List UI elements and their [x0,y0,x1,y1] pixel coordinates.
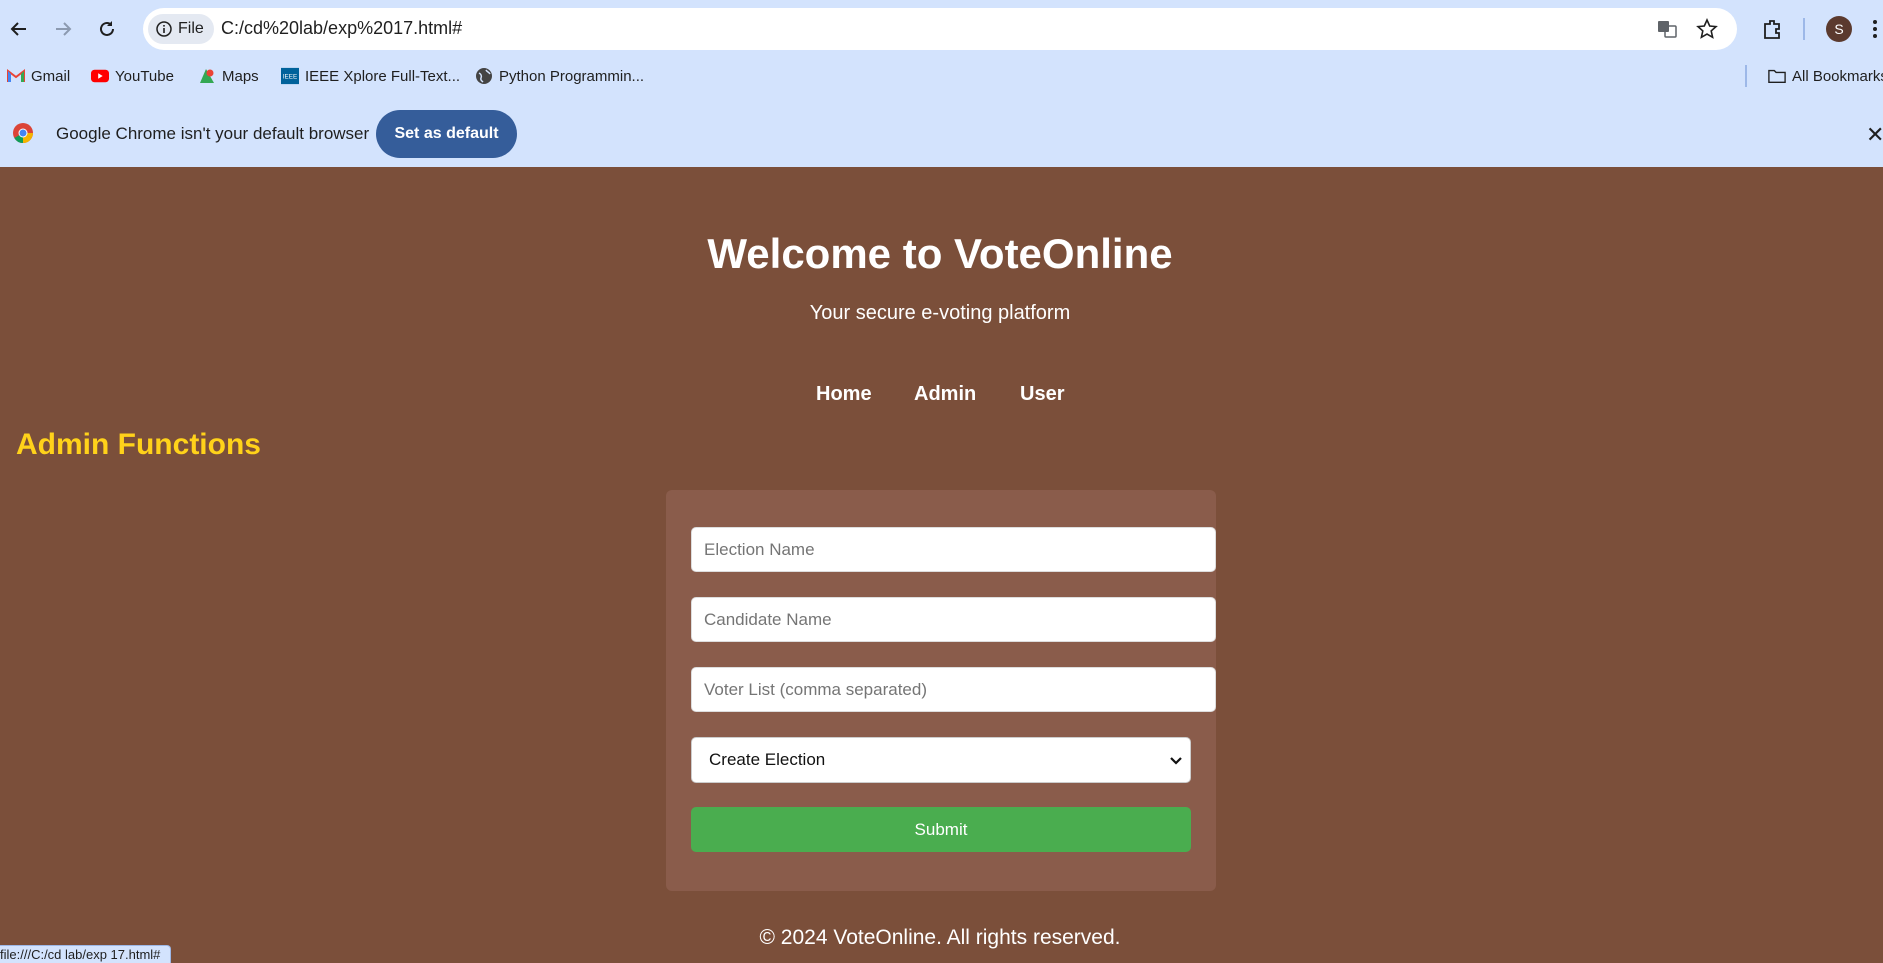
bookmark-label: Python Programmin... [499,67,645,85]
bookmark-star-icon[interactable] [1695,17,1719,41]
ieee-icon: IEEE [281,67,299,85]
action-select-value: Create Election [709,750,826,769]
chrome-logo-icon [13,123,34,144]
chevron-down-icon [1170,757,1182,765]
menu-kebab-icon[interactable] [1866,13,1883,45]
gmail-icon [7,67,25,85]
svg-text:IEEE: IEEE [283,74,297,81]
bookmark-maps[interactable]: Maps [198,62,259,90]
toolbar-divider [1803,18,1805,40]
bookmarks-divider [1745,65,1747,87]
reload-icon [100,21,114,36]
folder-icon [1768,67,1786,85]
set-as-default-button[interactable]: Set as default [376,110,517,158]
bookmark-label: Gmail [31,67,71,85]
bookmark-youtube[interactable]: YouTube [91,62,174,90]
bookmark-label: Maps [222,67,259,85]
youtube-icon [91,67,109,85]
bookmark-label: YouTube [115,67,174,85]
bookmark-label: IEEE Xplore Full-Text... [305,67,461,85]
extensions-icon[interactable] [1756,13,1788,45]
action-select[interactable]: Create Election [691,737,1191,783]
bookmark-python[interactable]: Python Programmin... [475,62,644,90]
nav-admin[interactable]: Admin [914,383,976,406]
browser-toolbar: File C:/cd%20lab/exp%2017.html# S [0,0,1883,58]
default-browser-infobar: Google Chrome isn't your default browser… [0,106,1883,162]
infobar-message: Google Chrome isn't your default browser [56,124,370,143]
bookmarks-bar: Gmail YouTube Maps IEEE IEEE Xplore Full… [0,62,1883,90]
nav-home[interactable]: Home [816,383,872,406]
back-button[interactable] [3,13,35,45]
all-bookmarks-label: All Bookmarks [1792,67,1883,85]
url-text[interactable]: C:/cd%20lab/exp%2017.html# [221,18,462,39]
site-info-label: File [178,20,204,37]
bookmark-gmail[interactable]: Gmail [7,62,70,90]
all-bookmarks-button[interactable]: All Bookmarks [1768,62,1883,90]
election-name-input[interactable] [691,527,1216,572]
avatar: S [1826,16,1852,42]
forward-arrow-icon [56,22,72,36]
candidate-name-input[interactable] [691,597,1216,642]
profile-button[interactable]: S [1823,13,1855,45]
site-info-chip[interactable]: File [148,14,214,44]
address-bar[interactable]: File C:/cd%20lab/exp%2017.html# [143,8,1737,50]
reload-button[interactable] [91,13,123,45]
admin-form: Create Election Submit [666,490,1216,891]
info-icon [156,21,172,37]
close-icon[interactable]: ✕ [1866,122,1883,148]
footer-text: © 2024 VoteOnline. All rights reserved. [759,926,1121,949]
nav-user[interactable]: User [1020,383,1064,406]
voter-list-input[interactable] [691,667,1216,712]
page-subtitle: Your secure e-voting platform [809,302,1071,324]
back-arrow-icon [10,22,26,36]
page-title: Welcome to VoteOnline [707,230,1173,277]
bookmark-ieee[interactable]: IEEE IEEE Xplore Full-Text... [281,62,460,90]
status-bar-url: file:///C:/cd lab/exp 17.html# [0,945,172,963]
page-content: Welcome to VoteOnline Your secure e-voti… [0,167,1883,963]
globe-icon [475,67,493,85]
maps-icon [198,67,216,85]
submit-button[interactable]: Submit [691,807,1191,852]
section-title: Admin Functions [16,428,261,461]
browser-chrome: File C:/cd%20lab/exp%2017.html# S Gmail [0,0,1883,167]
forward-button[interactable] [47,13,79,45]
translate-icon[interactable] [1655,17,1679,41]
